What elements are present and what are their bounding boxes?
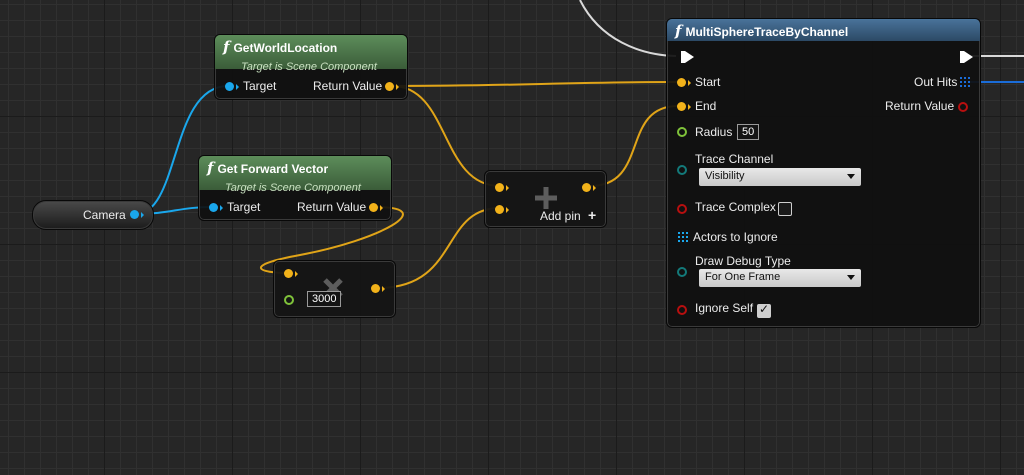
location-to-start-wire: [391, 81, 679, 87]
get-world-location-node[interactable]: f GetWorldLocation Target is Scene Compon…: [214, 34, 408, 100]
add-pin-plus-icon: +: [588, 207, 597, 223]
get-world-location-target-label: Target: [243, 79, 277, 93]
start-pin-tip: [688, 80, 691, 86]
target-pin-tip: [220, 205, 223, 211]
radius-input[interactable]: 50: [737, 124, 760, 140]
input-pin-tip: [506, 185, 509, 191]
add-node[interactable]: Add pin +: [484, 170, 607, 228]
return-value-label: Return Value: [885, 99, 955, 113]
radius-pin[interactable]: [677, 127, 687, 137]
actors-to-ignore-label: Actors to Ignore: [693, 230, 778, 244]
return-value-pin[interactable]: [958, 102, 968, 112]
radius-label: Radius: [695, 125, 733, 139]
return-pin-tip: [396, 84, 399, 90]
actors-to-ignore-array-icon[interactable]: [678, 232, 688, 242]
multiply-output-pin[interactable]: [371, 284, 380, 293]
add-input-b-pin[interactable]: [495, 205, 504, 214]
target-pin-tip: [236, 84, 239, 90]
chevron-down-icon: [847, 174, 855, 179]
ignore-self-label: Ignore Self: [695, 301, 754, 315]
chevron-down-icon: [847, 275, 855, 280]
out-hits-label: Out Hits: [914, 75, 958, 89]
input-pin-tip: [295, 271, 298, 277]
trace-complex-label: Trace Complex: [695, 200, 776, 214]
function-icon: f: [207, 159, 214, 177]
input-pin-tip: [506, 207, 509, 213]
ignore-self-pin[interactable]: [677, 305, 687, 315]
exec-in-pin[interactable]: [681, 51, 694, 63]
exec-wire-in: [579, 0, 677, 57]
get-forward-vector-header: f Get Forward Vector Target is Scene Comp…: [199, 156, 391, 194]
multiply-node[interactable]: 3000: [273, 260, 396, 318]
trace-channel-dropdown[interactable]: Visibility: [699, 168, 861, 186]
ignore-self-checkbox[interactable]: [757, 302, 771, 318]
camera-label: Camera: [83, 208, 126, 222]
multiply-input-b-pin[interactable]: [284, 295, 294, 305]
camera-pin-tip: [141, 212, 144, 218]
draw-debug-type-dropdown[interactable]: For One Frame: [699, 269, 861, 287]
get-forward-vector-title: Get Forward Vector: [217, 162, 329, 176]
start-pin[interactable]: [677, 78, 686, 87]
get-world-location-target-pin[interactable]: [225, 82, 234, 91]
end-label: End: [695, 99, 717, 113]
get-forward-vector-return-label: Return Value: [297, 200, 367, 214]
output-pin-tip: [593, 185, 596, 191]
get-world-location-return-label: Return Value: [313, 79, 383, 93]
get-forward-vector-return-pin[interactable]: [369, 203, 378, 212]
add-pin-button[interactable]: Add pin +: [540, 207, 596, 223]
draw-debug-type-value: For One Frame: [705, 271, 781, 283]
trace-channel-label: Trace Channel: [695, 152, 774, 166]
trace-channel-value: Visibility: [705, 170, 745, 182]
get-forward-vector-subtitle: Target is Scene Component: [225, 182, 361, 194]
get-world-location-subtitle: Target is Scene Component: [241, 61, 377, 73]
location-to-add-wire: [391, 85, 501, 187]
multiply-to-add-wire: [377, 207, 501, 289]
trace-channel-pin[interactable]: [677, 165, 687, 175]
return-pin-tip: [380, 205, 383, 211]
camera-output-pin[interactable]: [130, 210, 139, 219]
start-label: Start: [695, 75, 721, 89]
array-grid-icon[interactable]: [960, 77, 970, 87]
function-icon: f: [675, 22, 682, 40]
get-forward-vector-target-label: Target: [227, 200, 261, 214]
add-input-a-pin[interactable]: [495, 183, 504, 192]
output-pin-tip: [382, 286, 385, 292]
get-world-location-title: GetWorldLocation: [233, 41, 338, 55]
function-icon: f: [223, 38, 230, 56]
multiply-value-field[interactable]: 3000: [307, 291, 342, 307]
get-forward-vector-target-pin[interactable]: [209, 203, 218, 212]
exec-out-pin[interactable]: [960, 51, 973, 63]
end-pin-tip: [688, 104, 691, 110]
get-world-location-return-pin[interactable]: [385, 82, 394, 91]
multi-sphere-trace-header: f MultiSphereTraceByChannel: [667, 19, 980, 41]
end-pin[interactable]: [677, 102, 686, 111]
trace-complex-pin[interactable]: [677, 204, 687, 214]
trace-complex-checkbox[interactable]: [778, 202, 792, 216]
multi-sphere-trace-node[interactable]: f MultiSphereTraceByChannel Start Out Hit…: [666, 18, 981, 328]
add-output-pin[interactable]: [582, 183, 591, 192]
get-world-location-header: f GetWorldLocation Target is Scene Compon…: [215, 35, 407, 73]
multi-sphere-trace-title: MultiSphereTraceByChannel: [685, 25, 849, 39]
multiply-input-a-pin[interactable]: [284, 269, 293, 278]
camera-node[interactable]: Camera: [32, 200, 154, 230]
get-forward-vector-node[interactable]: f Get Forward Vector Target is Scene Comp…: [198, 155, 392, 221]
add-pin-label: Add pin: [540, 209, 581, 223]
draw-debug-type-pin[interactable]: [677, 267, 687, 277]
draw-debug-type-label: Draw Debug Type: [695, 254, 791, 268]
